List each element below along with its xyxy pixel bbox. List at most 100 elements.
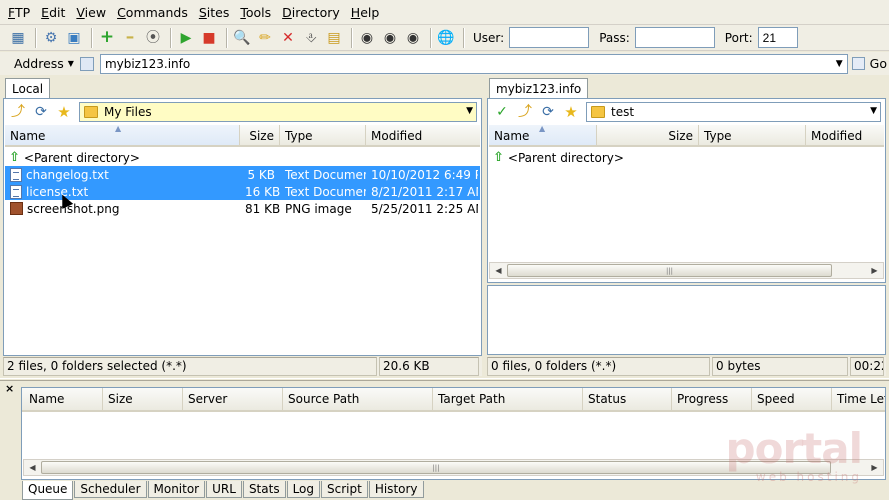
file-name: changelog.txt [26,167,109,182]
tab-remote[interactable]: mybiz123.info [489,78,589,99]
col-size[interactable]: Size [240,125,280,145]
close-icon[interactable]: × [5,382,14,395]
parent-label: <Parent directory> [23,150,140,165]
chevron-down-icon[interactable]: ▼ [870,106,877,116]
col-type-label: Type [285,129,313,143]
menu-tools[interactable]: Tools [240,5,271,20]
col-queue-speed[interactable]: Speed [752,388,832,410]
pass-input[interactable] [634,27,715,48]
horizontal-splitter[interactable] [0,378,889,381]
scrollbar-thumb[interactable]: ||| [507,264,832,277]
col-queue-target-path[interactable]: Target Path [433,388,583,410]
scroll-left-icon[interactable]: ◀ [24,460,41,475]
col-queue-server[interactable]: Server [183,388,283,410]
remove-icon[interactable]: – [120,28,140,48]
stop-icon[interactable]: ■ [199,28,219,48]
col-queue-name[interactable]: Name [22,388,103,410]
address-dropdown-button[interactable]: Address ▼ [8,53,80,74]
folder-icon [84,106,98,118]
port-input[interactable] [757,27,798,48]
menu-ftp[interactable]: FTP [8,5,30,20]
folder-up-icon[interactable]: ⤴ [8,102,28,122]
favorites-star-icon[interactable]: ★ [54,102,74,122]
col-name-label: Name [494,129,530,143]
col-modified[interactable]: Modified [806,125,884,145]
menu-edit[interactable]: Edit [41,5,65,20]
col-queue-status[interactable]: Status [583,388,672,410]
scroll-left-icon[interactable]: ◀ [490,263,507,278]
col-name[interactable]: Name ▲ [489,125,597,145]
tab-stats[interactable]: Stats [242,481,286,498]
site-manager-icon[interactable]: ▦ [8,28,28,48]
col-type[interactable]: Type [280,125,366,145]
scroll-right-icon[interactable]: ▶ [866,460,883,475]
menu-sites[interactable]: Sites [199,5,230,20]
rename-icon[interactable]: ⎀ [301,28,321,48]
folder-up-icon[interactable]: ⤴ [515,102,535,122]
file-modified: 10/10/2012 6:49 PM [371,167,478,182]
queue-horizontal-scrollbar[interactable]: ◀ ||| ▶ [23,459,884,476]
refresh-icon[interactable]: ⟳ [538,102,558,122]
binoculars-filter-icon[interactable]: ◉ [403,28,423,48]
scrollbar-thumb[interactable]: ||| [41,461,831,474]
binoculars-find-next-icon[interactable]: ◉ [380,28,400,48]
tab-history[interactable]: History [368,481,424,498]
tab-local[interactable]: Local [5,78,51,99]
add-icon[interactable]: + [97,28,117,48]
list-item-parent[interactable]: ⇧ <Parent directory> [5,149,480,166]
tab-scheduler[interactable]: Scheduler [74,481,147,498]
toolbar-separator [463,27,465,48]
check-icon[interactable]: ⦿ [143,28,163,48]
menu-directory[interactable]: Directory [282,5,340,20]
menu-commands[interactable]: Commands [117,5,188,20]
text-file-icon [10,184,22,199]
col-queue-size[interactable]: Size [103,388,183,410]
play-icon[interactable]: ▶ [176,28,196,48]
address-label: Address [14,56,64,71]
tab-monitor[interactable]: Monitor [147,481,206,498]
favorites-star-icon[interactable]: ★ [561,102,581,122]
tab-url[interactable]: URL [206,481,242,498]
col-queue-source-path[interactable]: Source Path [283,388,433,410]
tab-log[interactable]: Log [286,481,321,498]
folder-icon [591,106,605,118]
tab-script[interactable]: Script [321,481,368,498]
refresh-icon[interactable]: ⟳ [31,102,51,122]
delete-icon[interactable]: ✕ [278,28,298,48]
address-dropdown-icon[interactable]: ▼ [836,59,843,69]
toolbar-separator [351,27,353,48]
chevron-down-icon[interactable]: ▼ [466,106,473,116]
col-queue-time-left[interactable]: Time Left [832,388,885,410]
go-button[interactable]: Go [850,53,889,74]
remote-horizontal-scrollbar[interactable]: ◀ ||| ▶ [489,262,884,279]
globe-icon[interactable]: 🌐 [436,28,456,48]
tab-queue[interactable]: Queue [22,481,74,500]
list-item[interactable]: screenshot.png 81 KB PNG image 5/25/2011… [5,200,480,217]
image-file-icon [10,202,23,215]
list-item-parent[interactable]: ⇧ <Parent directory> [489,149,884,166]
connect-icon[interactable]: ✓ [492,102,512,122]
remote-status-size: 0 bytes [712,357,848,376]
address-combobox[interactable]: mybiz123.info ▼ [99,53,848,74]
user-input[interactable] [509,27,590,48]
col-modified[interactable]: Modified [366,125,478,145]
window-icon[interactable]: ▣ [64,28,84,48]
binoculars-icon[interactable]: ◉ [357,28,377,48]
search-icon[interactable]: 🔍 [232,28,252,48]
col-type[interactable]: Type [699,125,806,145]
list-item[interactable]: license.txt 16 KB Text Document 8/21/201… [5,183,480,200]
sort-asc-icon: ▲ [115,125,122,133]
remote-path-combobox[interactable]: test ▼ [586,102,881,122]
col-name[interactable]: Name ▲ [5,125,240,145]
file-modified: 8/21/2011 2:17 AM [371,184,478,199]
col-queue-progress[interactable]: Progress [672,388,752,410]
local-path-combobox[interactable]: My Files ▼ [79,102,477,122]
menu-help[interactable]: Help [351,5,380,20]
edit-pencil-icon[interactable]: ✏ [255,28,275,48]
scroll-right-icon[interactable]: ▶ [866,263,883,278]
menu-view[interactable]: View [76,5,106,20]
settings-gear-icon[interactable]: ⚙ [41,28,61,48]
col-size[interactable]: Size [597,125,699,145]
list-item[interactable]: changelog.txt 5 KB Text Document 10/10/2… [5,166,480,183]
properties-icon[interactable]: ▤ [324,28,344,48]
